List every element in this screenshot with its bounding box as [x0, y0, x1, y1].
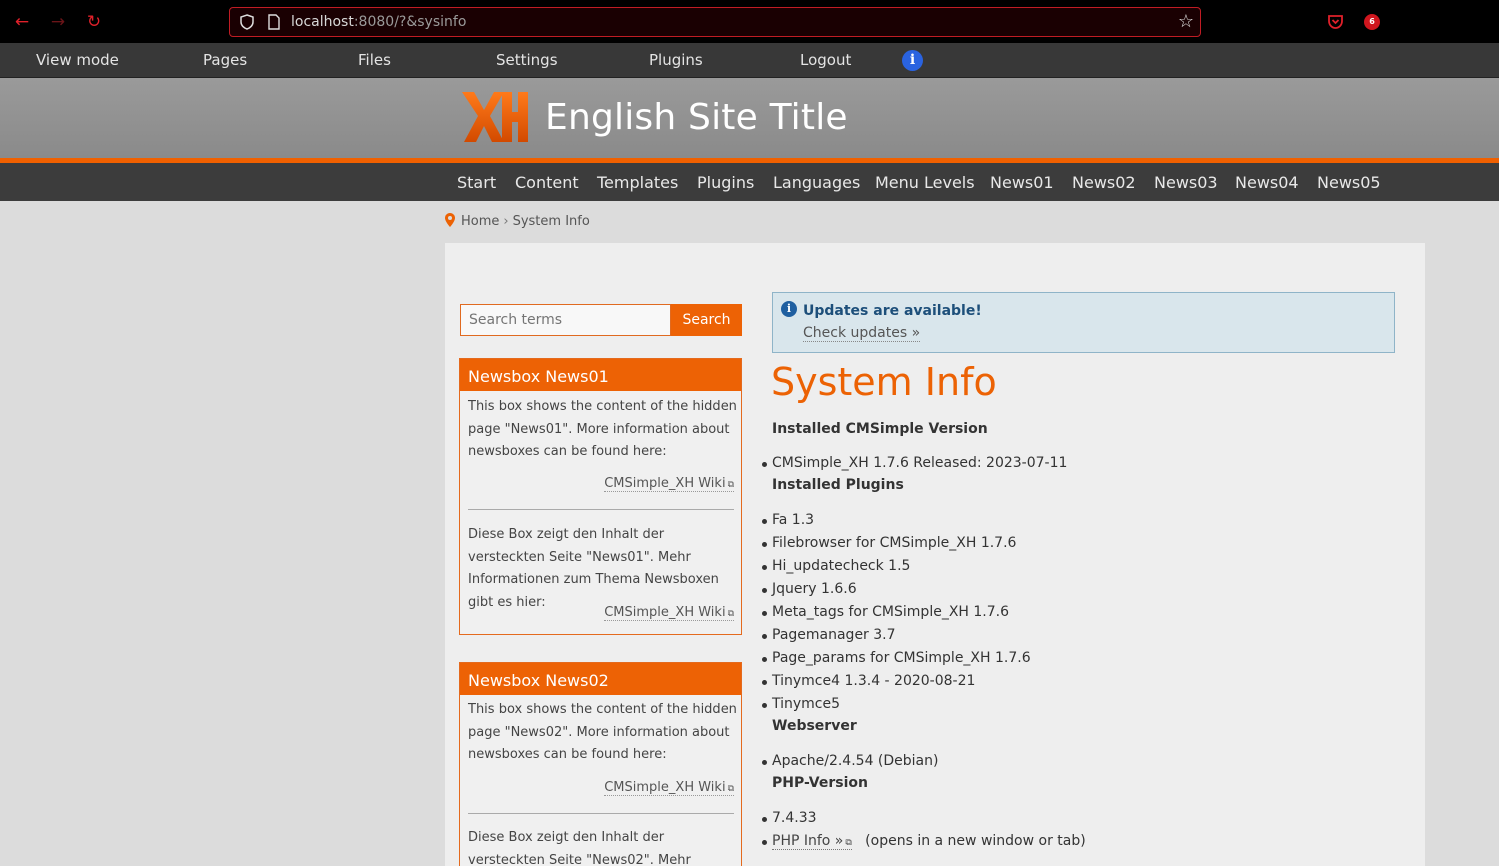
nav-start[interactable]: Start	[457, 173, 496, 192]
admin-logout[interactable]: Logout	[800, 51, 851, 69]
plugins-list: Fa 1.3 Filebrowser for CMSimple_XH 1.7.6…	[762, 509, 1031, 716]
newsbox-text-en: This box shows the content of the hidden…	[468, 399, 737, 459]
nav-templates[interactable]: Templates	[597, 173, 678, 192]
reload-icon[interactable]: ↻	[83, 11, 105, 33]
wiki-link-label: CMSimple_XH Wiki	[604, 780, 726, 795]
newsbox-divider	[468, 509, 734, 510]
page-icon	[268, 14, 280, 30]
newsbox-title: Newsbox News02	[460, 663, 741, 695]
newsbox-news01: Newsbox News01 This box shows the conten…	[459, 358, 742, 635]
page-title: System Info	[771, 360, 997, 404]
newsbox-text-en: This box shows the content of the hidden…	[468, 702, 737, 762]
admin-files[interactable]: Files	[358, 51, 391, 69]
nav-news03[interactable]: News03	[1154, 173, 1218, 192]
admin-menu: View mode Pages Files Settings Plugins L…	[0, 43, 1499, 78]
check-updates-link[interactable]: Check updates »	[803, 325, 921, 342]
newsbox-news02: Newsbox News02 This box shows the conten…	[459, 662, 742, 866]
newsbox-title: Newsbox News01	[460, 359, 741, 391]
xh-logo[interactable]: XH	[458, 86, 530, 146]
nav-content[interactable]: Content	[515, 173, 579, 192]
logo-text: XH	[458, 86, 460, 87]
shield-icon	[240, 14, 254, 30]
cms-version-list: CMSimple_XH 1.7.6 Released: 2023-07-11	[761, 452, 1067, 475]
wiki-link-label: CMSimple_XH Wiki	[604, 605, 726, 620]
plugins-heading: Installed Plugins	[772, 477, 904, 493]
cms-version-heading: Installed CMSimple Version	[772, 421, 988, 437]
update-title: Updates are available!	[803, 303, 982, 319]
wiki-link-label: CMSimple_XH Wiki	[604, 476, 726, 491]
bookmark-star-icon[interactable]: ☆	[1178, 12, 1194, 32]
php-info-label: PHP Info »	[772, 833, 844, 849]
list-item: Tinymce5	[762, 693, 1031, 716]
php-info-link[interactable]: PHP Info » ⧉	[772, 833, 852, 850]
webserver-list: Apache/2.4.54 (Debian)	[761, 750, 938, 773]
forward-arrow-icon[interactable]: →	[47, 11, 69, 33]
search-button[interactable]: Search	[671, 304, 742, 336]
external-link-icon: ⧉	[727, 609, 734, 619]
php-version-heading: PHP-Version	[772, 775, 868, 791]
location-pin-icon	[445, 213, 455, 227]
pocket-icon[interactable]	[1327, 13, 1344, 30]
external-link-icon: ⧉	[727, 480, 734, 490]
list-item: Tinymce4 1.3.4 - 2020-08-21	[762, 670, 1031, 693]
admin-view-mode[interactable]: View mode	[36, 51, 119, 69]
site-title[interactable]: English Site Title	[545, 97, 848, 138]
newsbox-divider	[468, 813, 734, 814]
nav-plugins[interactable]: Plugins	[697, 173, 754, 192]
url-host: localhost	[291, 14, 354, 30]
list-item: 7.4.33	[762, 807, 1086, 830]
php-version-list: 7.4.33 PHP Info » ⧉ (opens in a new windo…	[762, 807, 1086, 853]
list-item: PHP Info » ⧉ (opens in a new window or ta…	[762, 830, 1086, 853]
admin-pages[interactable]: Pages	[203, 51, 247, 69]
list-item: Meta_tags for CMSimple_XH 1.7.6	[762, 601, 1031, 624]
php-info-note: (opens in a new window or tab)	[865, 833, 1086, 849]
newsbox-text-de: Diese Box zeigt den Inhalt der versteckt…	[468, 830, 691, 866]
list-item: CMSimple_XH 1.7.6 Released: 2023-07-11	[761, 452, 1067, 475]
webserver-heading: Webserver	[772, 718, 857, 734]
nav-news02[interactable]: News02	[1072, 173, 1136, 192]
list-item: Fa 1.3	[762, 509, 1031, 532]
address-bar[interactable]: localhost:8080/?&sysinfo ☆	[229, 7, 1201, 37]
external-link-icon: ⧉	[727, 784, 734, 794]
nav-news04[interactable]: News04	[1235, 173, 1299, 192]
list-item: Filebrowser for CMSimple_XH 1.7.6	[762, 532, 1031, 555]
update-notice: i Updates are available! Check updates »	[772, 292, 1395, 353]
breadcrumb-separator: ›	[503, 214, 509, 229]
info-icon[interactable]: i	[902, 50, 923, 71]
breadcrumb: Home › System Info	[445, 213, 590, 229]
breadcrumb-home[interactable]: Home	[461, 214, 499, 229]
nav-news05[interactable]: News05	[1317, 173, 1381, 192]
browser-toolbar: ← → ↻ localhost:8080/?&sysinfo ☆ 6	[0, 0, 1499, 43]
external-link-icon: ⧉	[845, 838, 852, 848]
list-item: Jquery 1.6.6	[762, 578, 1031, 601]
list-item: Hi_updatecheck 1.5	[762, 555, 1031, 578]
url-path: :8080/?&sysinfo	[353, 14, 467, 30]
nav-menu-levels[interactable]: Menu Levels	[875, 173, 975, 192]
newsbox-wiki-link[interactable]: CMSimple_XH Wiki ⧉	[604, 476, 734, 492]
newsbox-wiki-link[interactable]: CMSimple_XH Wiki ⧉	[604, 780, 734, 796]
nav-languages[interactable]: Languages	[773, 173, 860, 192]
info-circle-icon: i	[781, 301, 797, 317]
search-input[interactable]	[460, 304, 671, 336]
list-item: Pagemanager 3.7	[762, 624, 1031, 647]
list-item: Page_params for CMSimple_XH 1.7.6	[762, 647, 1031, 670]
admin-plugins[interactable]: Plugins	[649, 51, 703, 69]
back-arrow-icon[interactable]: ←	[11, 11, 33, 33]
newsbox-text-de: Diese Box zeigt den Inhalt der versteckt…	[468, 527, 719, 610]
nav-news01[interactable]: News01	[990, 173, 1054, 192]
extension-badge[interactable]: 6	[1364, 14, 1380, 30]
admin-settings[interactable]: Settings	[496, 51, 558, 69]
breadcrumb-current: System Info	[512, 214, 590, 229]
url-text[interactable]: localhost:8080/?&sysinfo	[291, 14, 466, 30]
newsbox-wiki-link[interactable]: CMSimple_XH Wiki ⧉	[604, 605, 734, 621]
list-item: Apache/2.4.54 (Debian)	[761, 750, 938, 773]
main-nav: Start Content Templates Plugins Language…	[0, 163, 1499, 201]
